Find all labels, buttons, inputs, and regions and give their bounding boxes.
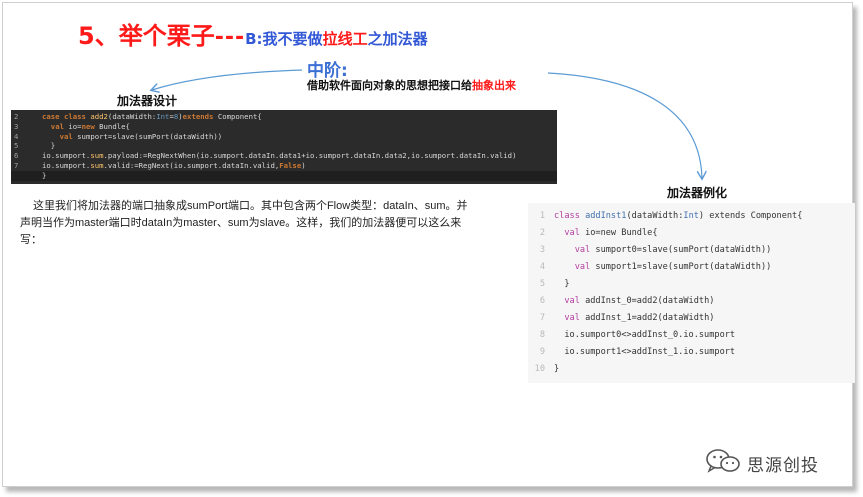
adder-design-code: 2 3 4 5 6 7 8 case class add2(dataWidth:…	[11, 110, 557, 184]
adder-instance-code: 1 class addInst1(dataWidth:Int) extends C…	[528, 203, 855, 383]
code-lines: case class add2(dataWidth:Int=8)extends …	[42, 112, 517, 180]
wechat-icon	[705, 448, 741, 478]
adder-instance-label: 加法器例化	[667, 186, 728, 200]
logo-name: 思源创投	[747, 455, 819, 476]
watermark-logo: 思源创投	[705, 448, 819, 478]
explanation-paragraph: 这里我们将加法器的端口抽象成sumPort端口。其中包含两个Flow类型：dat…	[20, 200, 468, 246]
adder-design-label: 加法器设计	[117, 94, 178, 108]
arrow-to-instance	[547, 72, 702, 178]
arrow-to-design	[152, 69, 303, 90]
